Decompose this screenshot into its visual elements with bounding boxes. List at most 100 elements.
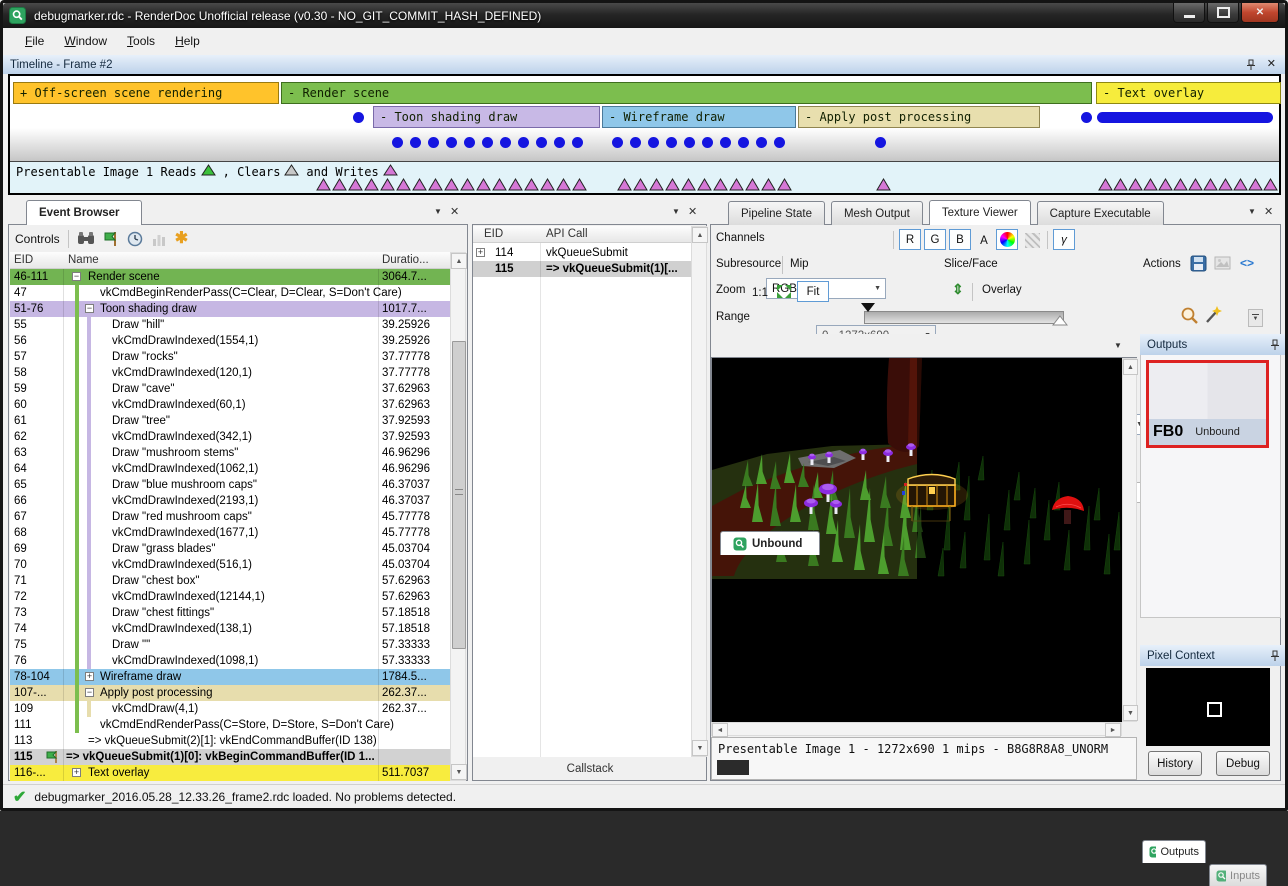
draw-event-dot[interactable]: [500, 137, 511, 148]
expand-icon[interactable]: +: [476, 248, 485, 257]
tab-event-browser[interactable]: Event Browser: [26, 200, 142, 225]
color-wheel-button[interactable]: [996, 229, 1018, 250]
channel-a-button[interactable]: A: [974, 229, 994, 252]
event-row[interactable]: 109vkCmdDraw(4,1)262.37...: [10, 701, 450, 717]
timeline-marker-bar[interactable]: - Apply post processing: [798, 106, 1040, 128]
maximize-button[interactable]: [1207, 3, 1239, 23]
event-row[interactable]: 72vkCmdDrawIndexed(12144,1)57.62963: [10, 589, 450, 605]
draw-event-dot[interactable]: [518, 137, 529, 148]
tab-outputs[interactable]: Outputs: [1142, 840, 1206, 863]
event-row[interactable]: 60vkCmdDrawIndexed(60,1)37.62963: [10, 397, 450, 413]
goto-resource-icon[interactable]: [1214, 255, 1232, 272]
event-row[interactable]: 55Draw "hill"39.25926: [10, 317, 450, 333]
event-row[interactable]: 70vkCmdDrawIndexed(516,1)45.03704: [10, 557, 450, 573]
fit-button[interactable]: Fit: [797, 281, 829, 302]
event-row[interactable]: 71Draw "chest box"57.62963: [10, 573, 450, 589]
range-black-handle[interactable]: [860, 302, 876, 313]
event-row[interactable]: 58vkCmdDrawIndexed(120,1)37.77778: [10, 365, 450, 381]
column-duration[interactable]: Duratio...: [382, 254, 429, 266]
event-row[interactable]: 75Draw ""57.33333: [10, 637, 450, 653]
chevron-down-icon[interactable]: ▼: [672, 207, 680, 216]
draw-event-dot[interactable]: [572, 137, 583, 148]
checker-backcolor-button[interactable]: [1021, 229, 1043, 252]
api-call-row[interactable]: +114vkQueueSubmit: [473, 245, 691, 261]
timeline-marker-bar[interactable]: - Wireframe draw: [602, 106, 796, 128]
column-eid[interactable]: EID: [14, 254, 33, 266]
draw-event-dot[interactable]: [630, 137, 641, 148]
close-icon[interactable]: ✕: [450, 205, 459, 218]
flip-y-icon[interactable]: ⇕: [952, 281, 964, 298]
event-row[interactable]: 47vkCmdBeginRenderPass(C=Clear, D=Clear,…: [10, 285, 450, 301]
texture-hscrollbar[interactable]: ◄ ►: [711, 722, 1122, 736]
event-row[interactable]: 69Draw "grass blades"45.03704: [10, 541, 450, 557]
tab-pipeline-state[interactable]: Pipeline State: [728, 201, 825, 225]
save-texture-icon[interactable]: [1190, 255, 1207, 272]
expand-icon[interactable]: +: [85, 672, 94, 681]
draw-event-dot[interactable]: [410, 137, 421, 148]
draw-event-dot[interactable]: [554, 137, 565, 148]
draw-event-dot[interactable]: [428, 137, 439, 148]
jump-bookmark-icon[interactable]: [103, 231, 119, 247]
timeline-marker-bar[interactable]: - Render scene: [281, 82, 1092, 104]
event-row[interactable]: 67Draw "red mushroom caps"45.77778: [10, 509, 450, 525]
zoom-range-icon[interactable]: [1180, 306, 1199, 325]
menu-item-tools[interactable]: Tools: [117, 29, 165, 53]
time-draws-icon[interactable]: [127, 231, 143, 247]
collapse-icon[interactable]: −: [72, 272, 81, 281]
event-row[interactable]: 115=> vkQueueSubmit(1)[0]: vkBeginComman…: [10, 749, 450, 765]
api-call-row[interactable]: 115=> vkQueueSubmit(1)[...: [473, 261, 691, 277]
column-name[interactable]: Name: [68, 254, 99, 266]
pin-icon[interactable]: [1246, 59, 1256, 71]
timeline-marker-bar[interactable]: - Text overlay: [1096, 82, 1281, 104]
draw-event-dot[interactable]: [738, 137, 749, 148]
texture-vscrollbar[interactable]: ▲ ▼: [1122, 358, 1137, 722]
tab-unbound[interactable]: Unbound: [720, 531, 820, 555]
event-row[interactable]: 65Draw "blue mushroom caps"46.37037: [10, 477, 450, 493]
minimize-button[interactable]: [1173, 3, 1205, 23]
event-row[interactable]: 66vkCmdDrawIndexed(2193,1)46.37037: [10, 493, 450, 509]
tab-inputs[interactable]: Inputs: [1209, 864, 1267, 886]
draw-event-dot[interactable]: [702, 137, 713, 148]
event-row[interactable]: 59Draw "cave"37.62963: [10, 381, 450, 397]
draw-event-dot[interactable]: [353, 112, 364, 123]
draw-event-dot[interactable]: [720, 137, 731, 148]
open-new-window-icon[interactable]: <>: [1240, 256, 1254, 270]
event-row[interactable]: 113=> vkQueueSubmit(2)[1]: vkEndCommandB…: [10, 733, 450, 749]
event-row[interactable]: 74vkCmdDrawIndexed(138,1)57.18518: [10, 621, 450, 637]
range-slider[interactable]: [864, 311, 1064, 324]
event-row[interactable]: 63Draw "mushroom stems"46.96296: [10, 445, 450, 461]
debug-button[interactable]: Debug: [1216, 751, 1270, 776]
chevron-down-icon[interactable]: ▼: [1114, 341, 1122, 350]
tab-capture-executable[interactable]: Capture Executable: [1037, 201, 1164, 225]
timeline-marker-bar[interactable]: + Off-screen scene rendering: [13, 82, 279, 104]
close-panel-icon[interactable]: ✕: [1267, 57, 1276, 70]
draw-event-dot[interactable]: [684, 137, 695, 148]
draw-event-dot[interactable]: [648, 137, 659, 148]
draw-event-dot[interactable]: [774, 137, 785, 148]
timeline-marker-bar[interactable]: - Toon shading draw: [373, 106, 600, 128]
chevron-down-icon[interactable]: ▼: [434, 207, 442, 216]
close-button[interactable]: ✕: [1241, 3, 1279, 23]
event-row[interactable]: 64vkCmdDrawIndexed(1062,1)46.96296: [10, 461, 450, 477]
event-row[interactable]: 57Draw "rocks"37.77778: [10, 349, 450, 365]
stats-icon[interactable]: [151, 231, 167, 247]
autofit-wand-icon[interactable]: [1203, 305, 1223, 325]
event-row[interactable]: 76vkCmdDrawIndexed(1098,1)57.33333: [10, 653, 450, 669]
event-browser-scrollbar[interactable]: ▲ ▼: [450, 252, 466, 781]
history-button[interactable]: History: [1148, 751, 1202, 776]
chevron-down-icon[interactable]: ▼: [1248, 207, 1256, 216]
draw-event-dot[interactable]: [464, 137, 475, 148]
tab-texture-viewer[interactable]: Texture Viewer: [929, 200, 1031, 225]
close-icon[interactable]: ✕: [1264, 205, 1273, 218]
menu-item-file[interactable]: File: [15, 29, 54, 53]
channel-r-button[interactable]: R: [899, 229, 921, 250]
draw-event-dot[interactable]: [756, 137, 767, 148]
draw-event-dot[interactable]: [392, 137, 403, 148]
draw-event-dot[interactable]: [446, 137, 457, 148]
zoom-1to1-button[interactable]: 1:1: [746, 281, 774, 304]
tab-mesh-output[interactable]: Mesh Output: [831, 201, 923, 225]
toolbar-overflow-button[interactable]: ▼: [1248, 309, 1263, 327]
pin-icon[interactable]: [1270, 650, 1280, 662]
event-row[interactable]: 78-104+Wireframe draw1784.5...: [10, 669, 450, 685]
event-row[interactable]: 56vkCmdDrawIndexed(1554,1)39.25926: [10, 333, 450, 349]
